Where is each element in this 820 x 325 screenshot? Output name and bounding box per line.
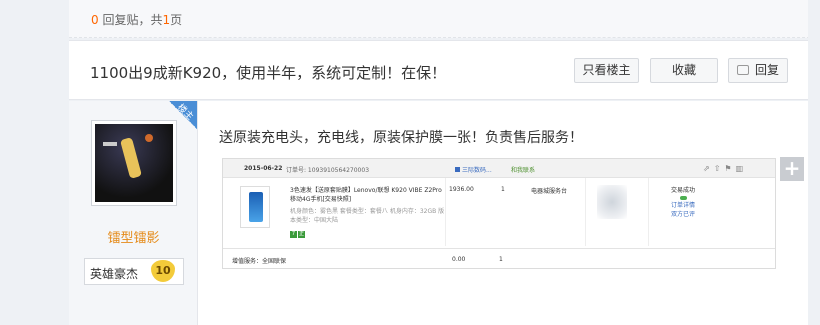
product-attributes: 机身颜色：雾色黑 套餐类型：套餐八 机身内存：32GB 版本类型：中国大陆 (290, 208, 445, 224)
review-status-link: 双方已评 (670, 211, 695, 218)
post-content: 送原装充电头，充电线，原装保护膜一张！负责售后服务！ 2015-06-22 订单… (198, 101, 820, 325)
page: 0 回复贴，共1页 1100出9成新K920，使用半年，系统可定制！在保！ 只看… (0, 0, 820, 325)
order-shop: 三际数码... (455, 165, 492, 174)
reply-count-number: 0 (91, 13, 99, 27)
footer-qty: 1 (499, 256, 503, 263)
badge-label: 英雄豪杰 (90, 267, 139, 281)
order-date: 2015-06-22 (244, 165, 283, 172)
product-phone-thumbnail (240, 186, 270, 228)
tag-icon: 正 (298, 231, 305, 238)
reply-button-label: 回复 (754, 63, 779, 77)
column-divider (648, 178, 649, 246)
favorite-button[interactable]: 收藏 (650, 58, 718, 83)
reply-count: 0 回复贴，共1页 (91, 11, 182, 28)
right-margin (808, 0, 820, 325)
comment-icon (737, 65, 749, 75)
author-panel: 楼主 镭型镭影 英雄豪杰 10 (69, 101, 198, 325)
column-divider (585, 178, 586, 246)
reply-count-text: 回复贴，共 (98, 13, 163, 27)
shop-icon (455, 167, 460, 172)
order-screenshot: 2015-06-22 订单号: 1093910564270003 三际数码...… (222, 158, 776, 269)
reply-button[interactable]: 回复 (728, 58, 788, 83)
footer-service: 增值服务：全国联保 (232, 258, 287, 265)
author-name[interactable]: 镭型镭影 (69, 227, 198, 246)
page-count-number: 1 (162, 13, 171, 27)
order-action-icons: ⇗⇧⚑▥ (703, 164, 748, 173)
post-header: 1100出9成新K920，使用半年，系统可定制！在保！ 只看楼主 收藏 回复 (69, 40, 820, 100)
order-store: 电器城服务台 (531, 188, 568, 195)
avatar[interactable] (91, 120, 177, 206)
footer-amount: 0.00 (452, 256, 466, 263)
blurred-amount (597, 185, 627, 219)
order-qty: 1 (501, 186, 505, 193)
member-badge[interactable]: 英雄豪杰 10 (84, 258, 184, 285)
page-count-unit: 页 (170, 13, 183, 27)
order-header: 2015-06-22 订单号: 1093910564270003 三际数码...… (223, 159, 775, 178)
plus-icon[interactable]: + (780, 157, 804, 181)
order-detail-link: 订单详情 (670, 202, 695, 209)
badge-level-icon: 10 (151, 260, 175, 282)
order-contact: 和我联系 (511, 167, 536, 174)
status-dot-icon (679, 196, 687, 200)
order-price: 1936.00 (449, 186, 474, 193)
order-footer: 增值服务：全国联保 0.00 1 (223, 248, 775, 268)
post-title: 1100出9成新K920，使用半年，系统可定制！在保！ (90, 64, 447, 82)
reply-summary-bar: 0 回复贴，共1页 (69, 0, 820, 38)
only-author-button[interactable]: 只看楼主 (574, 58, 639, 83)
basketball-player-avatar-icon (95, 124, 173, 202)
product-tags: 7正 (290, 230, 306, 238)
product-title: 3色速发【送原套贴膜】Lenovo/联想 K920 VIBE Z2Pro移动4G… (290, 187, 442, 203)
order-number: 订单号: 1093910564270003 (286, 167, 370, 174)
post-body-text: 送原装充电头，充电线，原装保护膜一张！负责售后服务！ (219, 130, 583, 146)
order-status: 交易成功 订单详情 双方已评 (663, 186, 703, 219)
column-divider (445, 178, 446, 246)
status-text: 交易成功 (670, 187, 695, 194)
tag-icon: 7 (290, 231, 297, 238)
